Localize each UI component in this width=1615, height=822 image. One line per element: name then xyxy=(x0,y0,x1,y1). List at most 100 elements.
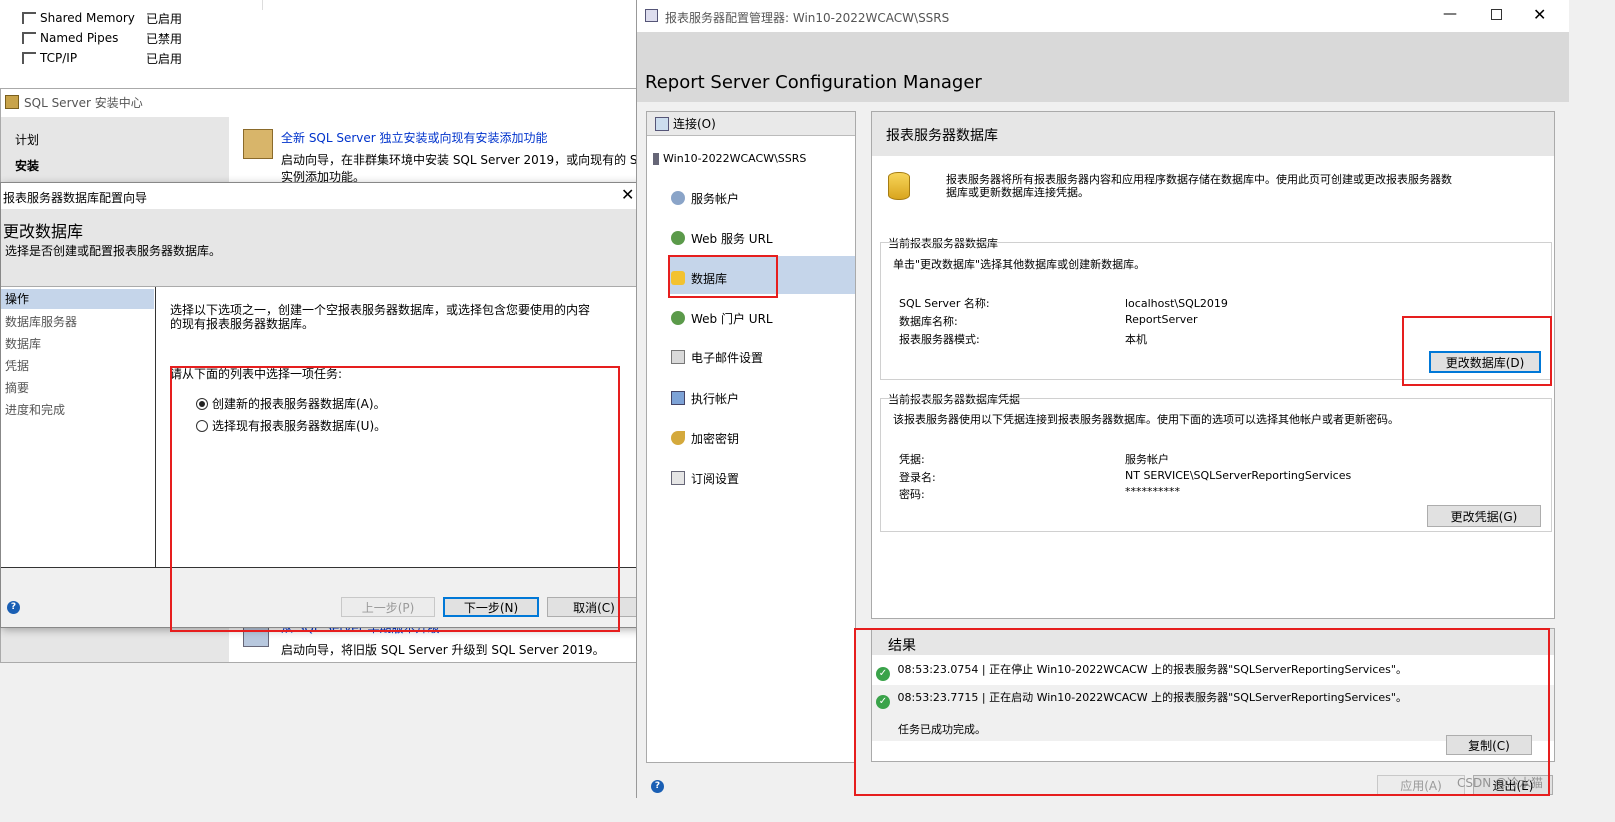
maximize-icon[interactable] xyxy=(1491,9,1502,20)
help-icon[interactable]: ? xyxy=(7,601,20,614)
nav-service-account[interactable]: 服务帐户 xyxy=(671,188,739,208)
apply-button[interactable]: 应用(A) xyxy=(1377,775,1465,795)
user-icon xyxy=(671,391,685,405)
connect-button[interactable]: 连接(O) xyxy=(647,112,855,136)
nav-email-settings[interactable]: 电子邮件设置 xyxy=(671,347,763,367)
prev-button[interactable]: 上一步(P) xyxy=(341,597,435,617)
nav-web-portal-url[interactable]: Web 门户 URL xyxy=(671,308,773,328)
step-db-server: 数据库服务器 xyxy=(5,315,78,329)
wizard-titlebar: 报表服务器数据库配置向导 ✕ xyxy=(1,183,645,209)
service-account-icon xyxy=(671,191,685,205)
db-config-wizard: 报表服务器数据库配置向导 ✕ 更改数据库 选择是否创建或配置报表服务器数据库。 … xyxy=(0,182,646,628)
connect-icon xyxy=(655,116,669,131)
copy-button[interactable]: 复制(C) xyxy=(1446,735,1532,755)
server-mode-label: 报表服务器模式: xyxy=(899,333,980,346)
rscm-titlebar: 报表服务器配置管理器: Win10-2022WCACW\SSRS — ✕ xyxy=(637,0,1569,32)
nav-database[interactable]: 数据库 xyxy=(671,268,727,288)
install-center-titlebar: SQL Server 安装中心 xyxy=(1,89,639,115)
nav-item-plan[interactable]: 计划 xyxy=(15,131,39,148)
close-icon[interactable]: ✕ xyxy=(621,185,634,204)
credential-value: 服务帐户 xyxy=(1125,453,1169,466)
db-name-value: ReportServer xyxy=(1125,313,1198,326)
globe-icon xyxy=(671,231,685,245)
app-title: Report Server Configuration Manager xyxy=(645,72,982,93)
wizard-subheading: 选择是否创建或配置报表服务器数据库。 xyxy=(5,244,222,258)
change-database-button[interactable]: 更改数据库(D) xyxy=(1429,351,1541,373)
nav-encryption-keys[interactable]: 加密密钥 xyxy=(671,428,739,448)
result-line: ✓ 08:53:23.0754 | 正在停止 Win10-2022WCACW 上… xyxy=(876,661,1407,681)
protocol-row[interactable]: Shared Memory 已启用 xyxy=(22,9,182,27)
protocol-icon xyxy=(22,52,36,64)
database-icon xyxy=(671,271,685,285)
task-label: 请从下面的列表中选择一项任务: xyxy=(170,367,343,381)
protocol-row[interactable]: TCP/IP 已启用 xyxy=(22,49,182,67)
subscription-icon xyxy=(671,471,685,485)
wizard-header: 更改数据库 选择是否创建或配置报表服务器数据库。 xyxy=(1,209,645,287)
watermark: CSDN @冷水猫 xyxy=(1457,776,1544,790)
close-icon[interactable]: ✕ xyxy=(1533,5,1546,24)
rscm-window: 报表服务器配置管理器: Win10-2022WCACW\SSRS — ✕ Rep… xyxy=(636,0,1569,798)
server-node[interactable]: Win10-2022WCACW\SSRS xyxy=(653,152,806,165)
rscm-main: 报表服务器数据库 报表服务器将所有报表服务器内容和应用程序数据存储在数据库中。使… xyxy=(871,111,1555,619)
credential-label: 凭据: xyxy=(899,453,925,466)
current-db-group: 单击"更改数据库"选择其他数据库或创建新数据库。 SQL Server 名称: … xyxy=(880,242,1552,380)
wizard-content: 选择以下选项之一，创建一个空报表服务器数据库，或选择包含您要使用的内容 的现有报… xyxy=(156,287,645,567)
section-title: 报表服务器数据库 xyxy=(886,128,998,144)
option-create-new[interactable]: 创建新的报表服务器数据库(A)。 xyxy=(196,395,386,412)
password-value: ********** xyxy=(1125,485,1180,498)
protocol-icon xyxy=(22,32,36,44)
credentials-group: 该报表服务器使用以下凭据连接到报表服务器数据库。使用下面的选项可以选择其他帐户或… xyxy=(880,398,1552,532)
task-done: 任务已成功完成。 xyxy=(898,723,986,736)
install-new-desc: 启动向导，在非群集环境中安装 SQL Server 2019，或向现有的 SQL xyxy=(281,153,639,167)
step-summary: 摘要 xyxy=(5,381,30,395)
wizard-intro-2: 的现有报表服务器数据库。 xyxy=(170,317,315,331)
nav-subscription-settings[interactable]: 订阅设置 xyxy=(671,468,739,488)
step-action: 操作 xyxy=(1,289,154,309)
protocols-window: Shared Memory 已启用 Named Pipes 已禁用 TCP/IP… xyxy=(0,0,640,92)
protocol-row[interactable]: Named Pipes 已禁用 xyxy=(22,29,182,47)
help-icon[interactable]: ? xyxy=(651,780,664,793)
section-header: 报表服务器数据库 xyxy=(872,112,1554,156)
cancel-button[interactable]: 取消(C) xyxy=(547,597,641,617)
protocol-icon xyxy=(22,12,36,24)
server-icon xyxy=(653,152,659,165)
wizard-heading: 更改数据库 xyxy=(3,222,84,241)
globe-icon xyxy=(671,311,685,325)
results-panel: 结果 ✓ 08:53:23.0754 | 正在停止 Win10-2022WCAC… xyxy=(871,628,1555,762)
radio-icon[interactable] xyxy=(196,420,208,432)
option-select-existing[interactable]: 选择现有报表服务器数据库(U)。 xyxy=(196,417,386,434)
wizard-footer-divider xyxy=(1,567,645,568)
install-new-link[interactable]: 全新 SQL Server 独立安装或向现有安装添加功能 xyxy=(281,129,548,146)
sql-server-icon xyxy=(5,95,19,109)
step-database: 数据库 xyxy=(5,337,42,351)
change-credentials-button[interactable]: 更改凭据(G) xyxy=(1427,505,1541,527)
install-box-icon xyxy=(243,129,273,159)
success-check-icon: ✓ xyxy=(876,695,890,709)
email-icon xyxy=(671,350,685,364)
password-label: 密码: xyxy=(899,488,925,501)
results-header: 结果 xyxy=(872,629,1554,655)
rscm-header: Report Server Configuration Manager xyxy=(637,32,1569,102)
nav-execution-account[interactable]: 执行帐户 xyxy=(671,388,739,408)
server-mode-value: 本机 xyxy=(1125,333,1147,346)
radio-selected-icon[interactable] xyxy=(196,398,208,410)
next-button[interactable]: 下一步(N) xyxy=(443,597,539,617)
db-name-label: 数据库名称: xyxy=(899,315,958,328)
login-name-value: NT SERVICE\SQLServerReportingServices xyxy=(1125,469,1352,482)
nav-web-service-url[interactable]: Web 服务 URL xyxy=(671,228,773,248)
rscm-nav: 连接(O) Win10-2022WCACW\SSRS 服务帐户 Web 服务 U… xyxy=(646,111,856,763)
rscm-app-icon xyxy=(645,9,658,22)
wizard-steps: 操作 数据库服务器 数据库 凭据 摘要 进度和完成 xyxy=(1,287,156,567)
sql-server-name-label: SQL Server 名称: xyxy=(899,297,990,310)
current-db-hint: 单击"更改数据库"选择其他数据库或创建新数据库。 xyxy=(893,258,1146,271)
result-line: ✓ 08:53:23.7715 | 正在启动 Win10-2022WCACW 上… xyxy=(876,689,1407,709)
database-icon xyxy=(888,172,910,200)
step-credentials: 凭据 xyxy=(5,359,30,373)
step-progress: 进度和完成 xyxy=(5,403,66,417)
login-name-label: 登录名: xyxy=(899,471,936,484)
upgrade-desc: 启动向导，将旧版 SQL Server 升级到 SQL Server 2019。 xyxy=(281,643,605,657)
minimize-icon[interactable]: — xyxy=(1443,6,1457,22)
results-title: 结果 xyxy=(888,638,916,654)
nav-item-install[interactable]: 安装 xyxy=(15,157,39,174)
section-description-2: 据库或更新数据库连接凭据。 xyxy=(946,186,1089,199)
